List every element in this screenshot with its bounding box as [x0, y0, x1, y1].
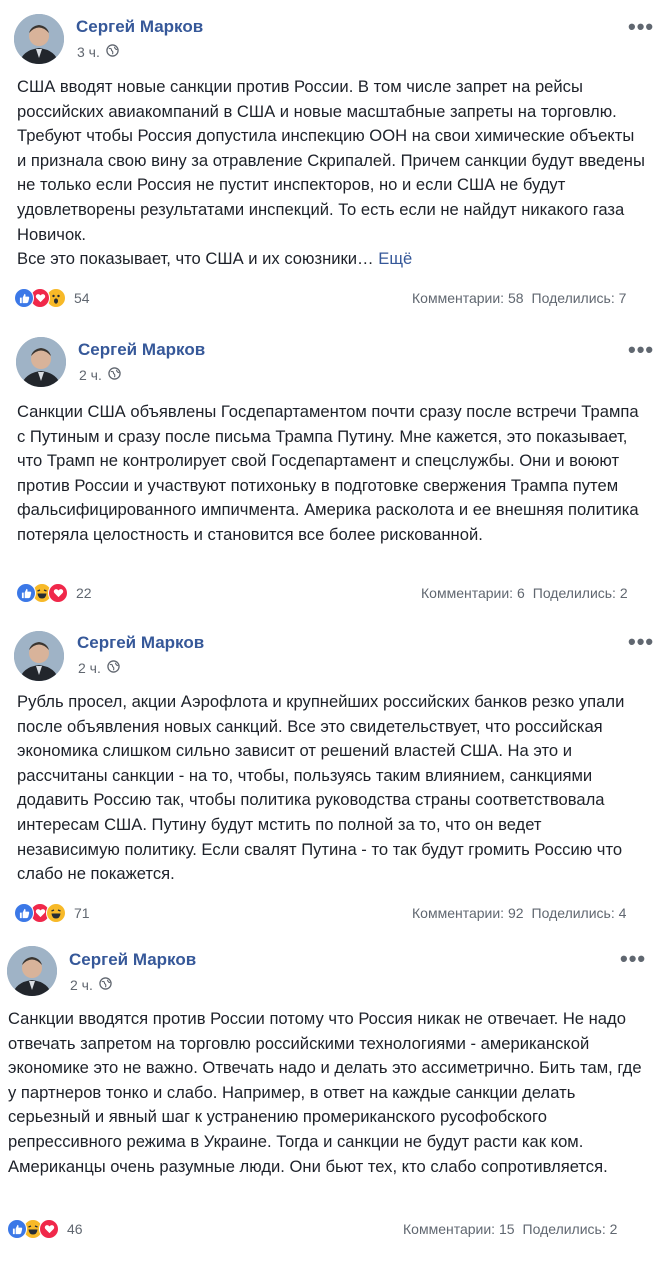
avatar[interactable] — [16, 337, 66, 387]
more-options-icon[interactable]: ••• — [620, 948, 646, 970]
more-options-icon[interactable]: ••• — [628, 339, 654, 361]
reactions[interactable]: 22 — [16, 583, 92, 603]
post-text: Санкции вводятся против России потому чт… — [8, 1009, 642, 1176]
globe-icon — [108, 367, 121, 383]
post-time[interactable]: 2 ч. — [78, 660, 101, 676]
avatar[interactable] — [14, 631, 64, 681]
post-stats: Комментарии: 58 Поделились: 7 — [412, 290, 626, 306]
like-icon — [7, 1219, 27, 1239]
like-icon — [14, 288, 34, 308]
haha-icon — [46, 903, 66, 923]
post-time[interactable]: 3 ч. — [77, 44, 100, 60]
avatar[interactable] — [7, 946, 57, 996]
reaction-count[interactable]: 22 — [76, 585, 92, 601]
post-text: Санкции США объявлены Госдепартаментом п… — [17, 402, 639, 544]
post-time[interactable]: 2 ч. — [79, 367, 102, 383]
comments-count[interactable]: Комментарии: 6 — [421, 585, 525, 601]
post-stats: Комментарии: 6 Поделились: 2 — [421, 585, 628, 601]
post: Сергей Марков 2 ч. ••• Рубль просел, акц… — [0, 617, 662, 935]
post-stats: Комментарии: 92 Поделились: 4 — [412, 905, 626, 921]
reaction-count[interactable]: 71 — [74, 905, 90, 921]
post-stats: Комментарии: 15 Поделились: 2 — [403, 1221, 617, 1237]
love-icon — [48, 583, 68, 603]
author-name[interactable]: Сергей Марков — [76, 17, 203, 37]
post-text-content: США вводят новые санкции против России. … — [17, 77, 645, 269]
post: Сергей Марков 3 ч. ••• США вводят новые … — [0, 0, 662, 318]
shares-count[interactable]: Поделились: 7 — [532, 290, 627, 306]
globe-icon — [99, 977, 112, 993]
comments-count[interactable]: Комментарии: 92 — [412, 905, 524, 921]
post-time[interactable]: 2 ч. — [70, 977, 93, 993]
globe-icon — [107, 660, 120, 676]
post: Сергей Марков 2 ч. ••• Санкции вводятся … — [0, 934, 662, 1280]
more-options-icon[interactable]: ••• — [628, 16, 654, 38]
reaction-count[interactable]: 54 — [74, 290, 90, 306]
post-text: Рубль просел, акции Аэрофлота и крупнейш… — [17, 692, 625, 884]
author-name[interactable]: Сергей Марков — [77, 633, 204, 653]
globe-icon — [106, 44, 119, 60]
reactions[interactable]: 46 — [7, 1219, 83, 1239]
like-icon — [16, 583, 36, 603]
comments-count[interactable]: Комментарии: 15 — [403, 1221, 515, 1237]
avatar[interactable] — [14, 14, 64, 64]
like-icon — [14, 903, 34, 923]
more-options-icon[interactable]: ••• — [628, 631, 654, 653]
shares-count[interactable]: Поделились: 2 — [533, 585, 628, 601]
reactions[interactable]: 71 — [14, 903, 90, 923]
comments-count[interactable]: Комментарии: 58 — [412, 290, 524, 306]
post-meta: 3 ч. — [77, 44, 119, 60]
author-name[interactable]: Сергей Марков — [78, 340, 205, 360]
author-name[interactable]: Сергей Марков — [69, 950, 196, 970]
post-meta: 2 ч. — [78, 660, 120, 676]
post-text: США вводят новые санкции против России. … — [17, 75, 647, 272]
shares-count[interactable]: Поделились: 4 — [532, 905, 627, 921]
reactions[interactable]: 54 — [14, 288, 90, 308]
shares-count[interactable]: Поделились: 2 — [523, 1221, 618, 1237]
post: Сергей Марков 2 ч. ••• Санкции США объяв… — [0, 323, 662, 623]
love-icon — [39, 1219, 59, 1239]
see-more-link[interactable]: Ещё — [378, 249, 412, 268]
post-meta: 2 ч. — [79, 367, 121, 383]
post-meta: 2 ч. — [70, 977, 112, 993]
reaction-count[interactable]: 46 — [67, 1221, 83, 1237]
